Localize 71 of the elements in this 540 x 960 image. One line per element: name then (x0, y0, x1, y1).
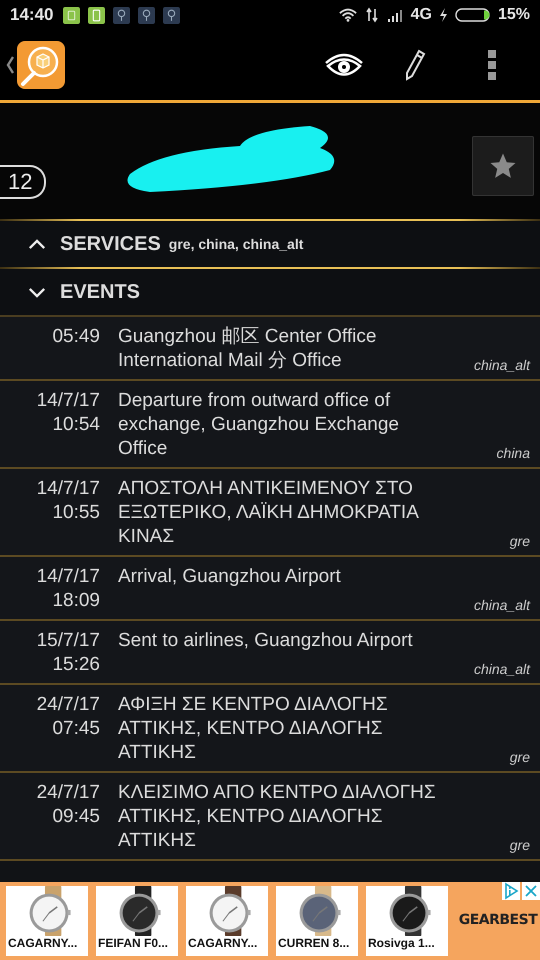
battery-percent: 15% (498, 6, 530, 24)
product-name: FEIFAN F0... (97, 936, 168, 950)
network-type: 4G (410, 6, 432, 24)
favorite-star-button[interactable] (472, 136, 534, 196)
event-time: 09:45 (52, 805, 100, 829)
service-tag: china_alt (474, 597, 530, 613)
event-date: 24/7/17 (36, 781, 100, 805)
section-header[interactable]: SERVICES gre, china, china_alt (0, 221, 540, 267)
product-card[interactable]: FEIFAN F0... (96, 886, 178, 956)
event-description: Departure from outward office of exchange, Guangzhou Exchange Office (118, 389, 400, 461)
event-description: Arrival, Guangzhou Airport (118, 565, 342, 589)
product-card[interactable]: Rosivga 1... (366, 886, 448, 956)
event-description: Sent to airlines, Guangzhou Airport (118, 629, 414, 653)
event-description: ΑΦΙΞΗ ΣΕ ΚΕΝΤΡΟ ΔΙΑΛΟΓΗΣ ΑΤΤΙΚΗΣ, ΚΕΝΤΡΟ ΔΙΑΛΟΓΗΣ ΑΤΤΙΚΗΣ (118, 693, 389, 765)
service-tag: china_alt (474, 661, 530, 677)
service-tag: china_alt (474, 357, 530, 373)
back-chevron-icon[interactable] (6, 55, 14, 75)
signal-icon (386, 7, 405, 23)
event-time: 10:55 (52, 501, 100, 525)
event-description: ΑΠΟΣΤΟΛΗ ΑΝΤΙΚΕΙΜΕΝΟΥ ΣΤΟ ΕΞΩΤΕΡΙΚΟ, ΛΑΪΚΗ ΔΗΜΟΚΡΑΤΙΑ ΚΙΝΑΣ (118, 477, 420, 549)
ad-banner[interactable]: CAGARNY... FEIFAN F0... CAGARNY... CURREN 8... Rosivga 1... GEARBEST (0, 882, 540, 960)
pin-notification-icon (113, 6, 130, 24)
event-date: 14/7/17 (36, 389, 100, 413)
event-date: 15/7/17 (36, 629, 100, 653)
pin-notification-icon (138, 6, 156, 24)
wifi-icon (338, 7, 357, 23)
event-date: 14/7/17 (36, 565, 100, 589)
event-time: 07:45 (52, 717, 100, 741)
count-badge: 12 (0, 165, 46, 199)
close-icon[interactable] (522, 882, 540, 900)
battery-notification-icon (88, 6, 106, 24)
service-tag: gre (510, 837, 530, 853)
service-tag: gre (510, 533, 530, 549)
event-row[interactable]: 05:49 Guangzhou 邮区 Center Office International Mail 分 Office china_alt (0, 317, 540, 381)
section-header[interactable]: EVENTS (0, 269, 540, 315)
star-icon (488, 151, 518, 181)
product-name: CAGARNY... (7, 936, 78, 950)
section-title: SERVICES (60, 232, 161, 256)
event-row[interactable]: 14/7/17 10:54 Departure from outward office of exchange, Guangzhou Exchange Office china (0, 381, 540, 469)
event-date: 24/7/17 (36, 693, 100, 717)
app-logo-icon[interactable] (17, 41, 65, 89)
product-card[interactable]: CURREN 8... (276, 886, 358, 956)
event-row[interactable]: 14/7/17 18:09 Arrival, Guangzhou Airport china_alt (0, 557, 540, 621)
event-time: 18:09 (52, 589, 100, 613)
pin-notification-icon (163, 6, 180, 24)
event-row[interactable]: 15/7/17 15:26 Sent to airlines, Guangzhou Airport china_alt (0, 621, 540, 685)
product-name: CURREN 8... (277, 936, 350, 950)
clock-time: 14:40 (10, 5, 54, 25)
services-list: gre, china, china_alt (168, 236, 304, 252)
event-date: 14/7/17 (36, 477, 100, 501)
product-card[interactable]: CAGARNY... (186, 886, 268, 956)
service-tag: china (496, 445, 530, 461)
notification-icon (63, 6, 80, 24)
service-tag: gre (510, 749, 530, 765)
event-description: Guangzhou 邮区 Center Office International Mail 分 Office (118, 325, 378, 373)
charging-icon (438, 7, 448, 23)
event-time: 10:54 (52, 413, 100, 437)
battery-icon (454, 7, 492, 23)
event-time: 05:49 (52, 325, 100, 349)
product-name: Rosivga 1... (367, 936, 435, 950)
event-time: 15:26 (52, 653, 100, 677)
event-row[interactable]: 24/7/17 09:45 ΚΛΕΙΣΙΜΟ ΑΠΟ ΚΕΝΤΡΟ ΔΙΑΛΟΓΗΣ ΑΤΤΙΚΗΣ, ΚΕΝΤΡΟ ΔΙΑΛΟΓΗΣ ΑΤΤΙΚΗΣ gre (0, 773, 540, 861)
event-description: ΚΛΕΙΣΙΜΟ ΑΠΟ ΚΕΝΤΡΟ ΔΙΑΛΟΓΗΣ ΑΤΤΙΚΗΣ, ΚΕΝΤΡΟ ΔΙΑΛΟΓΗΣ ΑΤΤΙΚΗΣ (118, 781, 437, 853)
ad-info-icon[interactable] (502, 882, 520, 900)
product-name: CAGARNY... (187, 936, 258, 950)
brand-logo-text: GEARBEST (458, 912, 538, 928)
product-card[interactable]: CAGARNY... (6, 886, 88, 956)
event-row[interactable]: 24/7/17 07:45 ΑΦΙΞΗ ΣΕ ΚΕΝΤΡΟ ΔΙΑΛΟΓΗΣ ΑΤΤΙΚΗΣ, ΚΕΝΤΡΟ ΔΙΑΛΟΓΗΣ ΑΤΤΙΚΗΣ gre (0, 685, 540, 773)
section-title: EVENTS (60, 280, 140, 304)
event-row[interactable]: 14/7/17 10:55 ΑΠΟΣΤΟΛΗ ΑΝΤΙΚΕΙΜΕΝΟΥ ΣΤΟ ΕΞΩΤΕΡΙΚΟ, ΛΑΪΚΗ ΔΗΜΟΚΡΑΤΙΑ ΚΙΝΑΣ gre (0, 469, 540, 557)
overflow-menu-icon[interactable] (488, 50, 496, 80)
